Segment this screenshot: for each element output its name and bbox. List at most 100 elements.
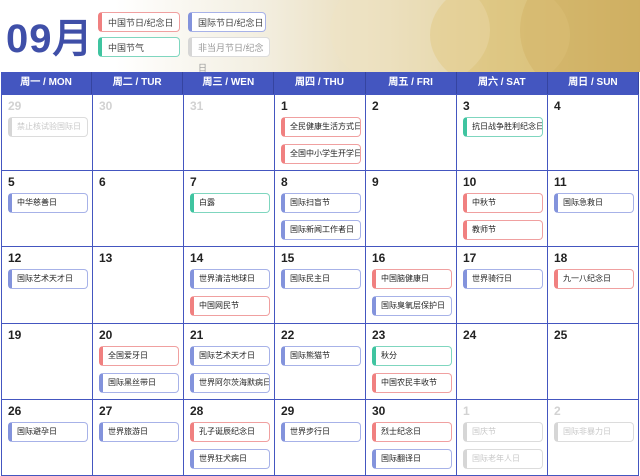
event-tag[interactable]: 秋分 xyxy=(372,345,452,366)
day-cell[interactable]: 1 全民健康生活方式日 全国中小学生开学日 xyxy=(275,95,366,172)
day-cell[interactable]: 10 中秋节教师节 xyxy=(457,171,548,248)
event-tag[interactable]: 全国爱牙日 xyxy=(99,345,179,366)
event-tag[interactable]: 孔子诞辰纪念日 xyxy=(190,421,270,442)
day-number: 6 xyxy=(99,175,106,190)
day-number: 8 xyxy=(281,175,288,190)
day-cell[interactable]: 20 全国爱牙日 国际黑丝带日 xyxy=(93,323,184,400)
day-number: 9 xyxy=(372,175,379,190)
legend-term: 中国节气 xyxy=(98,37,180,57)
day-number: 10 xyxy=(463,175,477,190)
day-cell[interactable]: 15 国际民主日 xyxy=(275,247,366,324)
day-cell[interactable]: 24 xyxy=(457,323,548,400)
day-cell[interactable]: 6 xyxy=(93,171,184,248)
event-tag[interactable]: 中国农民丰收节 xyxy=(372,372,452,393)
day-cell[interactable]: 2 国际非暴力日 xyxy=(548,399,639,476)
day-cell[interactable]: 1 国庆节国际老年人日 xyxy=(457,399,548,476)
day-cell[interactable]: 21 国际艺术天才日 世界阿尔茨海默病日 xyxy=(184,323,275,400)
event-tag[interactable]: 抗日战争胜利纪念日 xyxy=(463,117,543,137)
day-number: 7 xyxy=(190,175,197,190)
day-cell[interactable]: 7 白露 xyxy=(184,171,275,248)
day-cell[interactable]: 16 中国脑健康日 国际臭氧层保护日 xyxy=(366,247,457,324)
day-number: 5 xyxy=(8,175,15,190)
day-number: 30 xyxy=(99,99,113,113)
event-tag[interactable]: 国际扫盲节 xyxy=(281,193,361,214)
weekday-label: 周日 / SUN xyxy=(547,72,639,94)
event-tag[interactable]: 国际急救日 xyxy=(554,193,634,214)
weekday-label: 周二 / TUR xyxy=(92,72,184,94)
event-tag[interactable]: 国际新闻工作者日 xyxy=(281,220,361,241)
day-cell[interactable]: 22 国际熊猫节 xyxy=(275,323,366,400)
day-cell[interactable]: 30 xyxy=(93,95,184,172)
day-number: 21 xyxy=(190,327,204,342)
day-cell[interactable]: 28 孔子诞辰纪念日 世界狂犬病日 xyxy=(184,399,275,476)
day-cell[interactable]: 17 世界骑行日 xyxy=(457,247,548,324)
event-tag[interactable]: 禁止核试验国际日 xyxy=(8,117,88,137)
day-cell[interactable]: 23 秋分中国农民丰收节 xyxy=(366,323,457,400)
event-tag[interactable]: 国庆节 xyxy=(463,421,543,442)
event-tag[interactable]: 九一八纪念日 xyxy=(554,269,634,290)
day-cell[interactable]: 18 九一八纪念日 xyxy=(548,247,639,324)
day-cell[interactable]: 27 世界旅游日 xyxy=(93,399,184,476)
day-cell[interactable]: 29 世界步行日 xyxy=(275,399,366,476)
day-number: 13 xyxy=(99,251,113,266)
day-cell[interactable]: 29 禁止核试验国际日 xyxy=(2,95,93,172)
event-tag[interactable]: 白露 xyxy=(190,193,270,214)
event-tag[interactable]: 国际熊猫节 xyxy=(281,345,361,366)
day-number: 24 xyxy=(463,327,477,342)
event-tag[interactable]: 中秋节 xyxy=(463,193,543,214)
day-cell[interactable]: 2 xyxy=(366,95,457,172)
event-tag[interactable]: 教师节 xyxy=(463,220,543,241)
day-cell[interactable]: 13 xyxy=(93,247,184,324)
foliage-decoration xyxy=(520,0,640,72)
legend-other: 非当月节日/纪念日 xyxy=(188,37,270,72)
event-tag[interactable]: 国际翻译日 xyxy=(372,448,452,469)
day-cell[interactable]: 12 国际艺术天才日 xyxy=(2,247,93,324)
event-tag[interactable]: 中国网民节 xyxy=(190,296,270,317)
day-number: 23 xyxy=(372,327,386,342)
day-number: 29 xyxy=(8,99,22,113)
legend-intl: 国际节日/纪念日 xyxy=(188,12,266,32)
weekday-label: 周六 / SAT xyxy=(456,72,548,94)
event-tag[interactable]: 世界狂犬病日 xyxy=(190,448,270,469)
event-tag[interactable]: 国际艺术天才日 xyxy=(190,345,270,366)
day-number: 1 xyxy=(463,403,470,418)
day-cell[interactable]: 8 国际扫盲节国际新闻工作者日 xyxy=(275,171,366,248)
day-number: 16 xyxy=(372,251,386,266)
event-tag[interactable]: 国际臭氧层保护日 xyxy=(372,296,452,317)
day-cell[interactable]: 30 烈士纪念日 国际翻译日 xyxy=(366,399,457,476)
day-number: 26 xyxy=(8,403,22,418)
event-tag[interactable]: 世界步行日 xyxy=(281,421,361,442)
day-cell[interactable]: 5 中华慈善日 xyxy=(2,171,93,248)
event-tag[interactable]: 世界阿尔茨海默病日 xyxy=(190,372,270,393)
event-tag[interactable]: 全民健康生活方式日 xyxy=(281,117,361,137)
day-cell[interactable]: 9 xyxy=(366,171,457,248)
day-number: 27 xyxy=(99,403,113,418)
day-cell[interactable]: 25 xyxy=(548,323,639,400)
event-tag[interactable]: 世界清洁地球日 xyxy=(190,269,270,290)
day-number: 2 xyxy=(372,99,379,113)
day-number: 19 xyxy=(8,327,22,342)
day-cell[interactable]: 3 抗日战争胜利纪念日 xyxy=(457,95,548,172)
event-tag[interactable]: 世界骑行日 xyxy=(463,269,543,290)
day-cell[interactable]: 19 xyxy=(2,323,93,400)
weekday-label: 周五 / FRI xyxy=(365,72,457,94)
day-cell[interactable]: 11 国际急救日 xyxy=(548,171,639,248)
day-cell[interactable]: 14 世界清洁地球日 中国网民节 xyxy=(184,247,275,324)
event-tag[interactable]: 国际黑丝带日 xyxy=(99,372,179,393)
day-cell[interactable]: 26 国际避孕日 xyxy=(2,399,93,476)
day-number: 28 xyxy=(190,403,204,418)
event-tag[interactable]: 世界旅游日 xyxy=(99,421,179,442)
event-tag[interactable]: 中华慈善日 xyxy=(8,193,88,214)
event-tag[interactable]: 全国中小学生开学日 xyxy=(281,144,361,164)
event-tag[interactable]: 国际避孕日 xyxy=(8,421,88,442)
event-tag[interactable]: 烈士纪念日 xyxy=(372,421,452,442)
event-tag[interactable]: 中国脑健康日 xyxy=(372,269,452,290)
day-cell[interactable]: 4 xyxy=(548,95,639,172)
event-tag[interactable]: 国际艺术天才日 xyxy=(8,269,88,290)
event-tag[interactable]: 国际老年人日 xyxy=(463,448,543,469)
day-number: 4 xyxy=(554,99,561,113)
day-cell[interactable]: 31 xyxy=(184,95,275,172)
event-tag[interactable]: 国际非暴力日 xyxy=(554,421,634,442)
day-number: 22 xyxy=(281,327,295,342)
event-tag[interactable]: 国际民主日 xyxy=(281,269,361,290)
